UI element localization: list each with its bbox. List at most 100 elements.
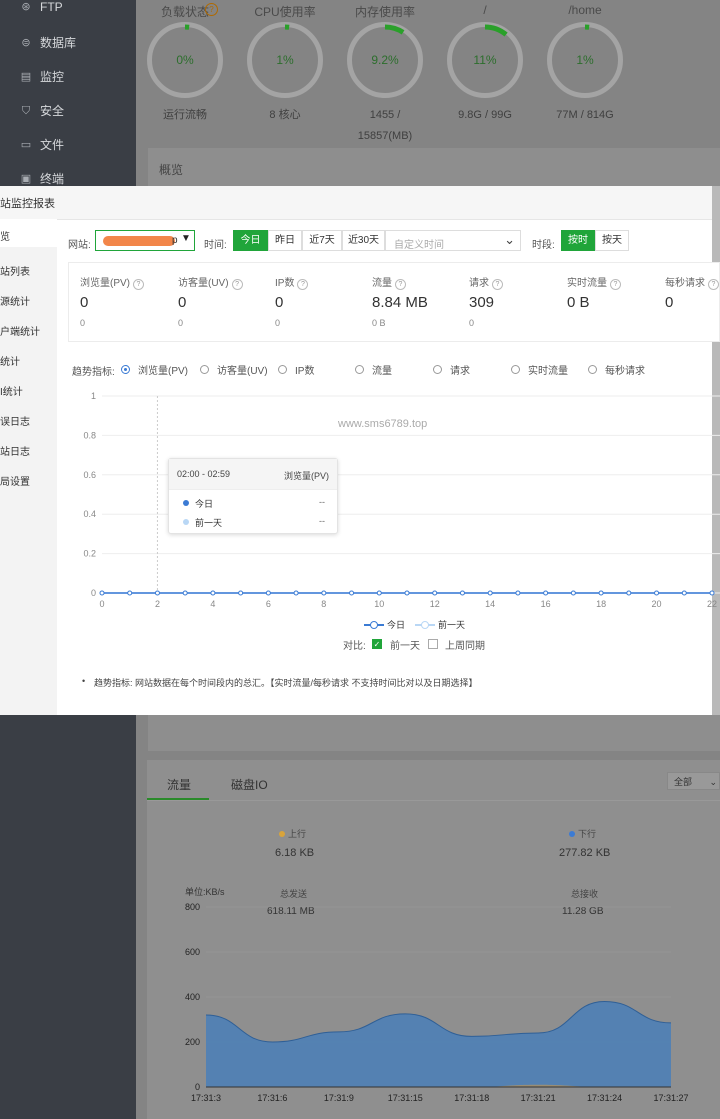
sidebar-item-3[interactable]: ⛉ 安全 [20, 102, 64, 119]
database-icon: ⊜ [21, 36, 31, 49]
y-tick-label: 400 [185, 992, 200, 1002]
custom-time-input[interactable]: 自定义时间 ⌄ [385, 230, 521, 251]
tooltip-row-value: -- [319, 516, 325, 526]
compare-label: 对比: [343, 641, 366, 652]
trend-radio[interactable]: 访客量(UV) [200, 362, 268, 377]
range-select-value: 全部 [674, 777, 693, 787]
network-chart: 0 200 400 600 800 17:31:3 17:31:6 17:31:9 17:31:… [185, 902, 689, 1103]
y-tick-label: 0 [195, 1082, 200, 1092]
period-button[interactable]: 按时 [561, 230, 595, 251]
trend-radio-label: 实时流量 [528, 366, 568, 377]
dialog-nav-item[interactable]: 览 [0, 219, 57, 247]
help-icon[interactable]: ? [133, 279, 144, 290]
x-tick-label: 17:31:21 [521, 1093, 556, 1103]
sidebar-item-1[interactable]: ⊜ 数据库 [20, 34, 76, 51]
tooltip-row-name: 前一天 [195, 518, 223, 528]
legend-prev-day[interactable]: 前一天 [438, 618, 465, 631]
tab-disk-io[interactable]: 磁盘IO [231, 776, 268, 793]
period-button[interactable]: 按天 [595, 230, 629, 251]
trend-radio[interactable]: 实时流量 [511, 362, 568, 377]
range-select[interactable]: 全部 ⌄ [667, 772, 720, 790]
sidebar-item-label: FTP [40, 0, 63, 14]
help-icon[interactable]: ? [610, 279, 621, 290]
stat-label: 访客量(UV)? [178, 274, 243, 290]
gauge-sub: 77M / 814G [556, 109, 614, 121]
trend-radio[interactable]: 每秒请求 [588, 362, 645, 377]
gauge-sub-line: 15857(MB) [357, 130, 413, 142]
sidebar-item-label: 数据库 [40, 36, 77, 50]
trend-radio[interactable]: IP数 [278, 362, 314, 377]
site-select[interactable]: p ▼ [95, 230, 195, 251]
y-tick-label: 0.8 [83, 430, 96, 440]
gauge-sub: 运行流畅 [163, 109, 207, 121]
x-tick-label: 4 [210, 599, 215, 609]
y-tick-label: 0.6 [83, 470, 96, 480]
legend-prev-icon[interactable] [415, 620, 436, 629]
sidebar-item-0[interactable]: ⊛ FTP [20, 0, 63, 14]
help-icon[interactable]: ? [297, 279, 309, 290]
x-tick-label: 20 [652, 599, 662, 609]
download-label: 下行 [569, 827, 596, 840]
sidebar-item-5[interactable]: ▣ 终端 [20, 170, 64, 187]
sidebar-item-4[interactable]: ▭ 文件 [20, 136, 64, 153]
dialog-nav-label: 站日志 [0, 447, 30, 458]
x-tick-label: 17:31:24 [587, 1093, 622, 1103]
help-icon[interactable]: ? [231, 279, 243, 290]
x-tick-label: 14 [485, 599, 495, 609]
trend-radio[interactable]: 浏览量(PV) [121, 362, 188, 377]
x-tick-label: 12 [430, 599, 440, 609]
dialog-titlebar: 站监控报表 [0, 186, 712, 220]
help-icon[interactable]: ? [708, 279, 719, 290]
stat-value: 0 [665, 294, 674, 311]
stat-sub: 0 B [372, 318, 386, 328]
gauge-title: CPU使用率 [254, 5, 316, 19]
upload-value: 6.18 KB [275, 847, 315, 859]
time-button[interactable]: 近30天 [342, 230, 385, 251]
compare-last-week-checkbox[interactable] [428, 639, 438, 649]
trend-radio-label: 访客量(UV) [217, 366, 268, 377]
stat-sub: 0 [469, 318, 475, 328]
radio-dot [121, 365, 130, 374]
y-tick-label: 600 [185, 947, 200, 957]
upload-dot [279, 831, 285, 837]
dialog-nav-label: 览 [0, 232, 10, 243]
trend-radio[interactable]: 请求 [433, 362, 470, 377]
stat-label: 浏览量(PV)? [80, 274, 144, 290]
gauge-value: 11% [473, 53, 497, 67]
y-tick-label: 0.4 [83, 509, 96, 519]
compare-prev-day-checkbox[interactable]: ✓ [372, 639, 382, 649]
stat-label: IP数? [275, 274, 309, 290]
gauge-sub: 1455 / 15857(MB) [335, 105, 435, 147]
trend-radio[interactable]: 流量 [355, 362, 392, 377]
trend-radio-label: 流量 [372, 366, 392, 377]
time-button[interactable]: 昨日 [268, 230, 302, 251]
data-point [404, 590, 410, 596]
sidebar-item-label: 文件 [40, 138, 65, 152]
data-point [709, 590, 715, 596]
data-point [543, 590, 549, 596]
trend-radio-label: 每秒请求 [605, 366, 645, 377]
tab-traffic[interactable]: 流量 [167, 776, 191, 793]
data-point [515, 590, 521, 596]
trend-note: 趋势指标: 网站数据在每个时间段内的总汇。【实时流量/每秒请求 不支持时间比对以… [94, 678, 478, 688]
legend-today-icon[interactable] [364, 620, 384, 629]
dialog-nav-label: 户端统计 [0, 327, 40, 338]
data-point [99, 590, 105, 596]
help-icon[interactable]: ? [492, 279, 503, 290]
help-icon[interactable]: ? [395, 279, 406, 290]
sidebar-item-2[interactable]: ▤ 监控 [20, 68, 64, 85]
site-label: 网站: [68, 240, 91, 251]
y-tick-label: 800 [185, 902, 200, 912]
download-label-text: 下行 [578, 829, 597, 839]
radio-dot [278, 365, 287, 374]
data-point [349, 590, 355, 596]
compare-prev-day-label: 前一天 [390, 641, 420, 652]
x-tick-label: 17:31:27 [653, 1093, 688, 1103]
download-dot [569, 831, 575, 837]
time-button[interactable]: 今日 [233, 230, 268, 251]
legend-today[interactable]: 今日 [387, 618, 405, 631]
data-point [487, 590, 493, 596]
time-button[interactable]: 近7天 [302, 230, 342, 251]
help-icon[interactable]: ? [205, 3, 218, 16]
radio-dot [511, 365, 520, 374]
